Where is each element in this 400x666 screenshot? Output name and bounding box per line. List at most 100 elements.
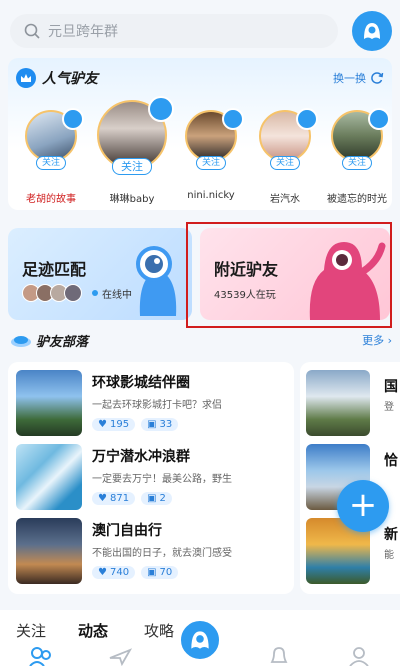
card-title: 足迹匹配: [22, 260, 87, 279]
posts-count: 2: [159, 493, 166, 504]
friends-nav-icon[interactable]: [28, 646, 54, 666]
tribe-header: 驴友部落 更多 ›: [10, 330, 392, 350]
group-desc: 登: [384, 402, 394, 413]
tribe-group-list: 环球影城结伴圈 一起去环球影城打卡吧？求侣 ♥ 195 ▣ 33 万宁潜水冲浪群 一…: [8, 362, 294, 594]
group-desc: 一起去环球影城打卡吧？求侣: [92, 400, 222, 411]
refresh-label: 换一换: [333, 72, 366, 85]
group-stats: ♥ 195 ▣ 33: [92, 418, 179, 431]
group-name: 环球影城结伴圈: [92, 375, 190, 391]
refresh-icon: [371, 72, 384, 84]
follow-button[interactable]: 关注: [269, 156, 301, 170]
online-avatars: [22, 284, 82, 302]
user-name: 岩汽水: [270, 194, 300, 205]
center-mascot-button[interactable]: [178, 618, 222, 662]
tribe-side-list: 国 登 恰 新 能: [300, 362, 400, 594]
group-name: 万宁潜水冲浪群: [92, 449, 190, 465]
follow-button[interactable]: 关注: [195, 156, 227, 170]
bell-nav-icon[interactable]: [268, 646, 290, 666]
likes-badge: ♥ 871: [92, 492, 136, 505]
create-button[interactable]: +: [337, 480, 389, 532]
group-thumbnail: [16, 444, 82, 510]
popular-user-3[interactable]: 关注 nini.nicky: [178, 108, 244, 206]
group-item[interactable]: 万宁潜水冲浪群 一定要去万宁！最美公路，野生 ♥ 871 ▣ 2: [16, 444, 286, 514]
group-stats: ♥ 871 ▣ 2: [92, 492, 172, 505]
crown-icon: [16, 68, 36, 88]
likes-count: 195: [109, 419, 130, 430]
tab-feed[interactable]: 动态: [78, 620, 108, 641]
profile-nav-icon[interactable]: [348, 646, 370, 666]
group-desc: 能: [384, 550, 394, 561]
search-icon: [24, 23, 40, 39]
tribe-title: 驴友部落: [36, 334, 89, 350]
mascot-icon: [364, 23, 380, 39]
likes-badge: ♥ 195: [92, 418, 136, 431]
user-avatar-button[interactable]: [352, 11, 392, 51]
group-thumbnail: [306, 370, 370, 436]
follow-button[interactable]: 关注: [35, 156, 67, 170]
mascot-badge-icon: [296, 108, 318, 130]
group-name: 国: [384, 379, 398, 395]
search-input[interactable]: 元旦跨年群: [10, 14, 338, 48]
posts-badge: ▣ 2: [141, 492, 172, 505]
popular-users-list: 关注 老胡的故事 关注 琳琳baby 关注 nini.nicky 关注 岩汽水 …: [8, 96, 392, 208]
group-thumbnail: [16, 370, 82, 436]
highlight-box: [186, 222, 392, 328]
follow-button[interactable]: 关注: [112, 158, 152, 175]
group-stats: ♥ 740 ▣ 70: [92, 566, 179, 579]
mascot-badge-icon: [368, 108, 390, 130]
plane-nav-icon[interactable]: [108, 646, 132, 666]
mascot-icon: [191, 631, 209, 649]
heart-icon: ♥: [98, 567, 107, 578]
likes-count: 740: [109, 567, 130, 578]
chevron-right-icon: ›: [387, 334, 392, 347]
post-icon: ▣: [147, 419, 157, 430]
mascot-badge-icon: [148, 96, 174, 122]
posts-badge: ▣ 70: [141, 566, 179, 579]
group-desc: 不能出国的日子，就去澳门感受: [92, 548, 232, 559]
likes-badge: ♥ 740: [92, 566, 136, 579]
more-label: 更多: [362, 334, 385, 347]
popular-user-2[interactable]: 关注 琳琳baby: [92, 96, 174, 206]
popular-user-5[interactable]: 关注 被遗忘的时光: [324, 108, 390, 206]
heart-icon: ♥: [98, 419, 107, 430]
plus-icon: +: [348, 485, 378, 525]
search-row: 元旦跨年群: [10, 11, 392, 51]
group-name: 新: [384, 527, 398, 543]
online-dot-icon: [92, 290, 98, 296]
group-item[interactable]: 环球影城结伴圈 一起去环球影城打卡吧？求侣 ♥ 195 ▣ 33: [16, 370, 286, 440]
follow-button[interactable]: 关注: [341, 156, 373, 170]
user-name: 琳琳baby: [109, 194, 155, 205]
mascot-badge-icon: [222, 108, 244, 130]
posts-badge: ▣ 33: [141, 418, 179, 431]
user-name: 老胡的故事: [26, 194, 76, 205]
post-icon: ▣: [147, 567, 157, 578]
group-name: 恰: [384, 453, 398, 469]
group-desc: 一定要去万宁！最美公路，野生: [92, 474, 232, 485]
heart-icon: ♥: [98, 493, 107, 504]
group-item[interactable]: 澳门自由行 不能出国的日子，就去澳门感受 ♥ 740 ▣ 70: [16, 518, 286, 588]
popular-user-4[interactable]: 关注 岩汽水: [252, 108, 318, 206]
tribe-icon: [11, 336, 31, 347]
footprint-match-card[interactable]: 足迹匹配 在线中: [8, 228, 192, 320]
popular-title: 人气驴友: [42, 71, 98, 87]
tab-follow[interactable]: 关注: [16, 620, 46, 641]
popular-section: 人气驴友 换一换 关注 老胡的故事 关注 琳琳baby 关注 nini.nick…: [8, 58, 392, 210]
user-name: nini.nicky: [187, 190, 235, 201]
group-name: 澳门自由行: [92, 523, 162, 539]
group-thumbnail: [16, 518, 82, 584]
more-link[interactable]: 更多 ›: [362, 332, 392, 348]
side-group-item[interactable]: 国 登: [306, 370, 400, 440]
telescope-mascot-icon: [136, 246, 177, 316]
posts-count: 70: [159, 567, 173, 578]
likes-count: 871: [109, 493, 130, 504]
search-placeholder: 元旦跨年群: [48, 24, 118, 40]
avatar: [64, 284, 82, 302]
popular-user-1[interactable]: 关注 老胡的故事: [18, 108, 84, 206]
user-name: 被遗忘的时光: [327, 194, 387, 205]
mascot-badge-icon: [62, 108, 84, 130]
post-icon: ▣: [147, 493, 157, 504]
refresh-button[interactable]: 换一换: [333, 70, 384, 86]
posts-count: 33: [159, 419, 173, 430]
tab-guide[interactable]: 攻略: [144, 620, 174, 641]
popular-header: 人气驴友 换一换: [16, 68, 384, 88]
